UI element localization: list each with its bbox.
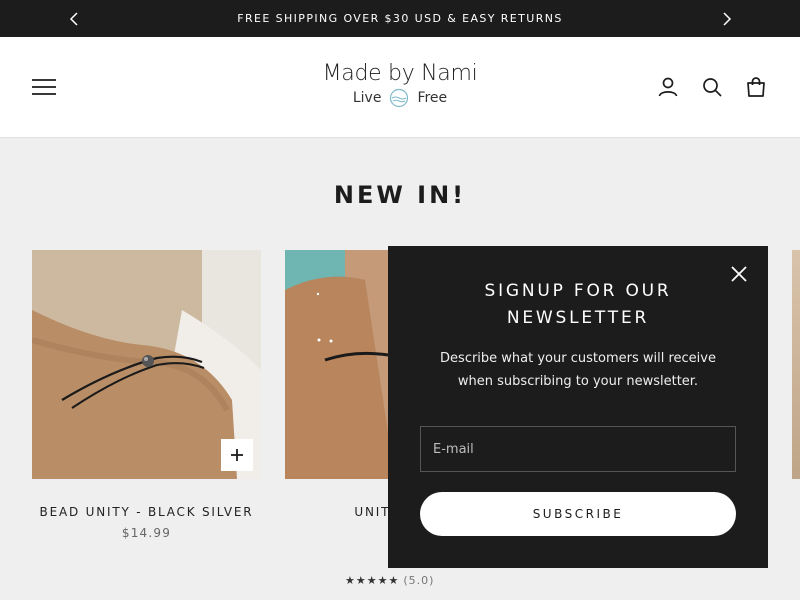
search-button[interactable] xyxy=(700,75,724,99)
popup-title: SIGNUP FOR OUR NEWSLETTER xyxy=(428,278,728,332)
announcement-next-button[interactable] xyxy=(712,0,742,37)
logo-tagline-right: Free xyxy=(417,90,448,106)
announcement-prev-button[interactable] xyxy=(59,0,89,37)
product-image-partial[interactable] xyxy=(792,250,800,479)
subscribe-button[interactable]: SUBSCRIBE xyxy=(420,492,736,536)
close-icon xyxy=(731,266,747,282)
rating-count: (5.0) xyxy=(403,574,435,587)
rating-stars: ★★★★★ xyxy=(345,574,400,587)
announcement-text: FREE SHIPPING OVER $30 USD & EASY RETURN… xyxy=(237,12,563,25)
logo-tagline: Live Free xyxy=(300,88,500,108)
chevron-right-icon xyxy=(723,11,732,26)
popup-title-line2: NEWSLETTER xyxy=(506,308,650,328)
logo-tagline-left: Live xyxy=(352,90,382,106)
menu-icon xyxy=(32,79,56,95)
account-button[interactable] xyxy=(656,75,680,99)
product-name[interactable]: BEAD UNITY - BLACK SILVER xyxy=(32,502,261,522)
newsletter-popup: SIGNUP FOR OUR NEWSLETTER Describe what … xyxy=(388,246,768,568)
popup-title-line1: SIGNUP FOR OUR xyxy=(484,281,672,301)
section-title: NEW IN! xyxy=(333,181,467,209)
product-card[interactable]: BEAD UNITY - BLACK SILVER $14.99 xyxy=(32,250,261,540)
product-price: $14.99 xyxy=(121,526,172,540)
site-logo[interactable]: Made by Nami Live Free xyxy=(300,61,500,108)
popup-close-button[interactable] xyxy=(728,263,750,285)
site-header: Made by Nami Live Free xyxy=(0,37,800,138)
product-rating: ★★★★★ (5.0) xyxy=(345,574,434,587)
logo-title: Made by Nami xyxy=(322,61,478,86)
cart-button[interactable] xyxy=(744,75,768,99)
product-image[interactable] xyxy=(32,250,261,479)
search-icon xyxy=(703,78,722,97)
announcement-bar: FREE SHIPPING OVER $30 USD & EASY RETURN… xyxy=(0,0,800,37)
wave-circle-icon xyxy=(390,88,409,108)
popup-description: Describe what your customers will receiv… xyxy=(440,351,716,389)
account-icon xyxy=(658,77,678,97)
quick-add-button[interactable] xyxy=(221,439,253,471)
plus-icon xyxy=(231,449,243,461)
cart-icon xyxy=(747,77,765,97)
menu-button[interactable] xyxy=(30,77,58,97)
chevron-left-icon xyxy=(69,11,78,26)
email-field[interactable] xyxy=(420,426,736,472)
